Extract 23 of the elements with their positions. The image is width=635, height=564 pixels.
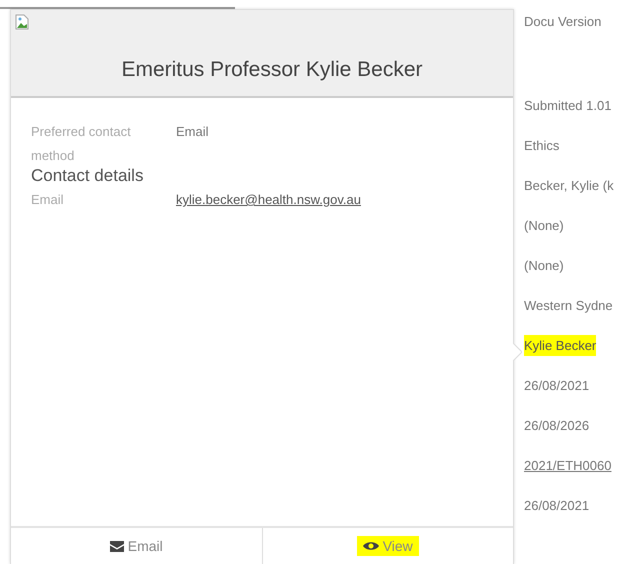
- detail-link[interactable]: 2021/ETH0060: [524, 455, 614, 476]
- detail-value: 26/08/2026: [524, 417, 590, 435]
- eye-icon: [362, 541, 379, 551]
- detail-value: 26/08/2021: [524, 497, 590, 515]
- field-label: Preferred contact method: [31, 123, 132, 165]
- field-label: Email: [31, 191, 65, 209]
- detail-value: Ethics: [524, 137, 560, 155]
- detail-value: Western Sydne: [524, 297, 614, 315]
- email-link[interactable]: kylie.becker@health.nsw.gov.au: [176, 188, 361, 212]
- card-title: Emeritus Professor Kylie Becker: [120, 58, 423, 83]
- action-button[interactable]: Email: [11, 528, 262, 564]
- detail-value: (None): [524, 257, 565, 275]
- field-value: Email: [176, 123, 209, 141]
- detail-value: (None): [524, 217, 565, 235]
- envelope-icon: [110, 540, 124, 552]
- detail-caption: Docu Version: [524, 13, 602, 31]
- detail-value: 26/08/2021: [524, 377, 590, 395]
- action-button[interactable]: View: [262, 528, 513, 564]
- broken-image-icon: [15, 14, 29, 30]
- detail-value: Becker, Kylie (k: [524, 177, 614, 195]
- section-heading: Contact details: [31, 166, 144, 186]
- detail-value: Kylie Becker: [524, 335, 596, 356]
- detail-value: Submitted 1.01: [524, 97, 612, 115]
